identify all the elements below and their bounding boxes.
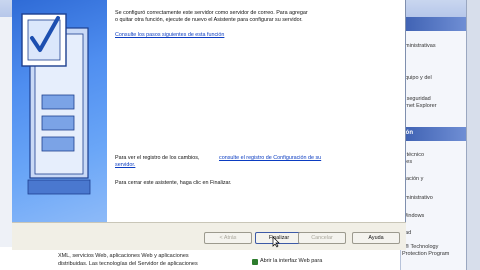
mouse-pointer-icon — [272, 236, 280, 248]
configuration-log-link[interactable]: consulte el registro de Configuración de… — [219, 155, 321, 162]
wizard-intro-line: Se configuró correctamente este servidor… — [115, 10, 308, 16]
web-interface-link[interactable]: Abrir la interfaz Web para — [260, 258, 322, 264]
help-item[interactable]: dad — [402, 230, 466, 236]
tools-panel-header — [400, 17, 466, 31]
tools-item[interactable]: e seguridad — [402, 96, 466, 102]
configure-server-wizard: Se configuró correctamente este servidor… — [12, 0, 406, 250]
help-item[interactable]: e técnico — [402, 152, 466, 158]
window-scrollbar[interactable] — [466, 0, 480, 270]
help-item[interactable]: Protection Program — [402, 251, 466, 257]
tools-item[interactable]: dministrativas — [402, 43, 466, 49]
help-item[interactable]: dministrativo — [402, 195, 466, 201]
log-text: Para ver el registro de los cambios, — [115, 155, 200, 161]
tools-item[interactable]: ernet Explorer — [402, 103, 466, 109]
tools-item[interactable]: s — [402, 55, 466, 61]
close-instructions: Para cerrar este asistente, haga clic en… — [115, 180, 232, 186]
wizard-banner — [12, 0, 107, 222]
help-item[interactable]: Windows — [402, 213, 466, 219]
role-description-line: XML, servicios Web, aplicaciones Web y a… — [58, 253, 189, 259]
wizard-intro-line: o quitar otra función, ejecute de nuevo … — [115, 17, 303, 23]
help-panel-header: ión — [400, 127, 466, 141]
help-button[interactable]: Ayuda — [352, 232, 400, 244]
help-item[interactable]: ales — [402, 159, 466, 165]
tools-item[interactable]: equipo y del — [402, 75, 466, 81]
next-steps-link[interactable]: Consulte los pasos siguientes de esta fu… — [115, 32, 224, 39]
web-interface-icon — [252, 259, 258, 265]
tools-item[interactable]: el — [402, 82, 466, 88]
role-description: XML, servicios Web, aplicaciones Web y a… — [0, 247, 400, 270]
help-item[interactable]: ización y — [402, 176, 466, 182]
back-button[interactable]: < Atrás — [204, 232, 252, 244]
help-item[interactable]: ft® Technology — [402, 244, 466, 250]
configuration-log-link-continued[interactable]: servidor. — [115, 162, 135, 169]
role-description-line: distribuidas. Las tecnologías del Servid… — [58, 261, 198, 267]
wizard-checklist-icon — [21, 13, 91, 195]
cancel-button[interactable]: Cancelar — [298, 232, 346, 244]
